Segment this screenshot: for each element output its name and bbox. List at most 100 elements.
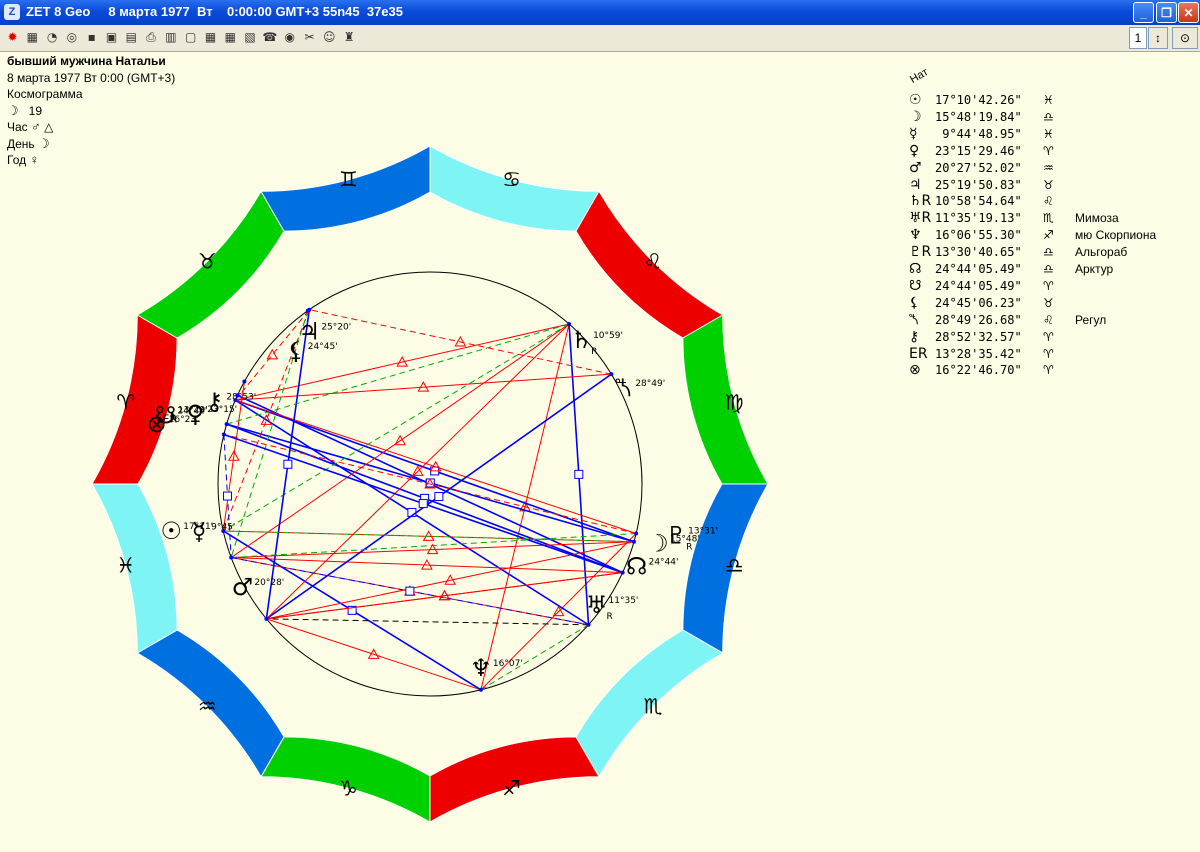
fixed-star-name: Регул	[1075, 312, 1107, 327]
grid-red-icon[interactable]: ▦	[222, 29, 239, 46]
aspect-line	[231, 541, 635, 559]
aspect-square-icon	[405, 586, 415, 596]
aspect-line	[235, 399, 635, 543]
zodiac-sign-icon: ♏	[1043, 211, 1054, 226]
chart-planet-icon: ER	[163, 413, 178, 426]
table-header: Нат	[908, 66, 931, 86]
aspect-line	[266, 572, 623, 620]
chart-planet-label: 28°53'	[226, 393, 256, 403]
aspect-line	[568, 323, 590, 625]
aspect-line	[223, 434, 232, 558]
moon-day-icon: ☽	[7, 102, 19, 118]
person-name: бывший мужчина Натальи	[7, 54, 166, 68]
planet-position: 28°52'32.57"	[935, 329, 1022, 344]
aspect-triangle-icon	[367, 648, 380, 659]
planet-marker	[233, 398, 238, 403]
aspect-triangle-icon	[444, 574, 457, 585]
planet-marker	[307, 307, 312, 312]
person-date: 8 марта 1977 Вт 0:00 (GMT+3)	[7, 70, 176, 85]
chart-planet-icon: ♆	[470, 654, 492, 682]
night-sky-icon[interactable]: ▪	[83, 29, 100, 46]
planet-position: 10°58'54.64"	[935, 194, 1022, 209]
day-label: День	[7, 136, 35, 151]
planet-position: 24°45'06.23"	[935, 295, 1022, 310]
aspect-line	[265, 373, 612, 620]
chart-planet-label: 16°23'	[169, 415, 199, 425]
toolbar: ✹ ▦ ◔ ◎ ▪ ▣ ▤ ⎙ ▥ ▢ ▦ ▦ ▧ ☎ ◉ ✂ ☺ ♜ 1 ↕ ⊙	[0, 25, 1200, 52]
planet-marker	[567, 322, 572, 327]
app-icon[interactable]: Z	[4, 4, 20, 20]
aspect-line	[226, 323, 570, 425]
red-circle-icon[interactable]: ✹	[4, 29, 21, 46]
target-icon[interactable]: ◉	[281, 29, 298, 46]
close-button[interactable]: ✕	[1178, 2, 1199, 23]
zodiac-sign-icon: ♈	[1043, 363, 1054, 378]
zodiac-glyph-icon: ♋	[502, 168, 521, 192]
table-icon[interactable]: ▦	[24, 29, 41, 46]
hour-aspect-icon: △	[44, 120, 54, 134]
maximize-button[interactable]: ❐	[1156, 2, 1177, 23]
zodiac-glyph-icon: ♒	[198, 695, 217, 719]
aspect-line	[223, 530, 635, 543]
zodiac-segment	[682, 483, 769, 654]
planet-marker	[242, 379, 247, 384]
aspect-line	[222, 530, 482, 691]
aspect-triangle-icon	[424, 477, 436, 489]
spinner-value[interactable]: 1	[1129, 27, 1147, 49]
aspect-line	[226, 423, 635, 543]
zodiac-sign-icon: ♈	[1043, 278, 1054, 293]
planet-marker	[264, 616, 269, 621]
person-icon[interactable]: ☺	[321, 29, 338, 46]
planet-position: 11°35'19.13"	[935, 211, 1022, 226]
aspect-triangle-icon	[422, 530, 435, 541]
fixed-star-name: Альгораб	[1075, 245, 1128, 260]
settings-button[interactable]: ⊙	[1172, 27, 1198, 49]
document-icon[interactable]: ▢	[182, 29, 199, 46]
planet-glyph-icon: ☽	[909, 108, 922, 125]
chart-planet-label: 15°48'	[670, 535, 700, 545]
zodiac-sign-icon: ♌	[1043, 312, 1054, 327]
aspect-square-icon	[574, 469, 584, 479]
book-icon[interactable]: ▥	[162, 29, 179, 46]
aspect-triangle-icon	[411, 465, 424, 476]
zodiac-sign-icon: ♈	[1043, 143, 1054, 158]
aspect-line	[223, 434, 637, 534]
map-icon[interactable]: ▤	[123, 29, 140, 46]
aspect-line	[231, 557, 589, 626]
grid-icon[interactable]: ▦	[202, 29, 219, 46]
phone-icon[interactable]: ☎	[261, 29, 278, 46]
planet-glyph-icon: ☋	[909, 277, 922, 294]
person-info: бывший мужчина Натальи 8 марта 1977 Вт 0…	[7, 53, 175, 169]
year-label: Год	[7, 153, 27, 167]
aspect-triangle-icon	[260, 414, 273, 425]
aspect-line	[237, 394, 623, 574]
zodiac-sign-icon: ♌	[1043, 194, 1054, 209]
spinner-arrows[interactable]: ↕	[1148, 27, 1168, 49]
aspect-line	[480, 323, 570, 690]
starfield-icon[interactable]: ▣	[103, 29, 120, 46]
hour-planet-icon: ♂	[31, 119, 41, 134]
planet-position: 24°44'05.49"	[935, 278, 1022, 293]
chart-planet-label: 23°15'	[207, 405, 237, 415]
tools-icon[interactable]: ✂	[301, 29, 318, 46]
planet-glyph-icon: ⚸	[909, 294, 920, 311]
zodiac-sign-icon: ♓	[1043, 126, 1054, 141]
aspect-line	[223, 530, 635, 543]
fixed-star-name: Арктур	[1075, 262, 1114, 276]
zodiac-segment	[260, 736, 431, 823]
planet-glyph-icon: ER	[909, 345, 928, 362]
chart-planet-icon: ⚷	[206, 388, 224, 416]
zodiac-sign-icon: ♎	[1043, 245, 1054, 260]
aspect-square-icon	[407, 507, 417, 517]
compass-icon[interactable]: ◔	[44, 29, 61, 46]
day-planet-icon: ☽	[38, 135, 50, 151]
aspect-triangle-icon	[519, 500, 531, 512]
chart-icon[interactable]: ▧	[242, 29, 259, 46]
circle-chart-icon[interactable]: ◎	[63, 29, 80, 46]
zodiac-glyph-icon: ♓	[116, 554, 135, 578]
printer-icon[interactable]: ⎙	[143, 29, 160, 46]
chart-planet-icon: ⚸	[287, 337, 305, 365]
planet-glyph-icon: ⊗	[909, 362, 921, 379]
minimize-button[interactable]: _	[1133, 2, 1154, 23]
figure-icon[interactable]: ♜	[341, 29, 358, 46]
